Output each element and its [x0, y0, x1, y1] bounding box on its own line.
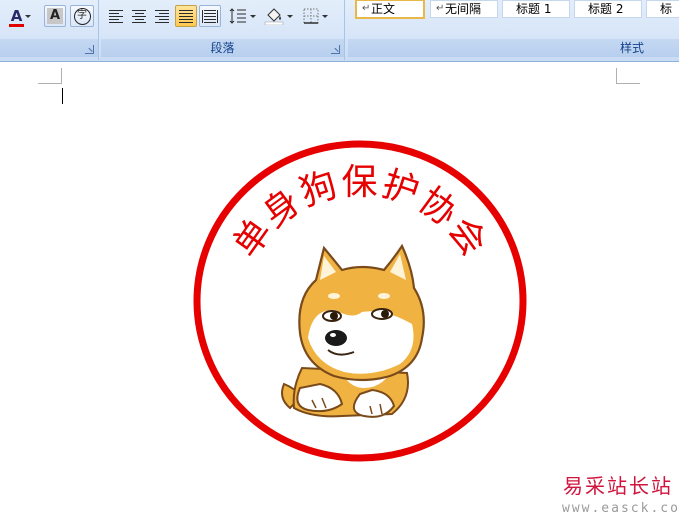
style-heading-more[interactable]: 标	[646, 0, 679, 18]
paragraph-dialog-launcher-icon[interactable]	[331, 45, 340, 54]
margin-corner-top-right	[616, 68, 640, 84]
style-heading-1[interactable]: 标题 1	[502, 0, 570, 18]
font-color-button[interactable]: A	[4, 5, 38, 27]
paragraph-group-label: 段落	[101, 39, 344, 57]
align-center-button[interactable]	[128, 5, 150, 27]
font-group: A A 字	[0, 0, 99, 60]
font-color-icon: A	[8, 7, 25, 27]
style-no-spacing[interactable]: ↵ 无间隔	[430, 0, 498, 18]
text-cursor	[62, 88, 63, 104]
style-label: 标题 2	[588, 2, 624, 16]
styles-group: ↵ 正文 ↵ 无间隔 标题 1 标题 2 标 样式	[348, 0, 679, 60]
chevron-down-icon[interactable]	[249, 14, 256, 18]
site-watermark-url: www.easck.com	[562, 501, 679, 516]
paragraph-mark-icon: ↵	[362, 3, 371, 14]
style-normal[interactable]: ↵ 正文	[355, 0, 425, 19]
style-label: 无间隔	[445, 2, 482, 16]
borders-button[interactable]	[299, 5, 331, 27]
style-heading-2[interactable]: 标题 2	[574, 0, 642, 18]
shading-button[interactable]	[261, 5, 295, 27]
paragraph-group: 段落	[101, 0, 345, 60]
distributed-icon	[202, 9, 218, 23]
margin-corner-top-left	[38, 68, 62, 84]
character-shading-button[interactable]: A	[44, 5, 66, 27]
site-watermark-title: 易采站长站	[563, 474, 673, 498]
distributed-button[interactable]	[199, 5, 221, 27]
style-label: 正文	[371, 2, 396, 16]
style-label: 标	[660, 2, 673, 16]
chevron-down-icon[interactable]	[286, 14, 293, 18]
paint-bucket-icon	[264, 8, 283, 25]
align-center-icon	[132, 9, 146, 23]
align-right-icon	[155, 9, 169, 23]
seal-stamp[interactable]: 单身狗保护协会	[190, 138, 530, 466]
justify-button[interactable]	[175, 5, 197, 27]
style-label: 标题 1	[516, 2, 552, 16]
shiba-dog-icon	[281, 243, 425, 418]
font-dialog-launcher-icon[interactable]	[85, 45, 94, 54]
styles-group-label: 样式	[348, 39, 679, 57]
line-spacing-icon	[229, 8, 246, 24]
font-group-label	[0, 39, 98, 57]
character-shading-icon: A	[47, 8, 63, 24]
chevron-down-icon[interactable]	[25, 14, 32, 18]
enclose-characters-icon: 字	[73, 7, 91, 25]
align-left-icon	[109, 9, 123, 23]
enclose-characters-button[interactable]: 字	[70, 5, 94, 27]
borders-icon	[303, 8, 318, 24]
align-left-button[interactable]	[105, 5, 127, 27]
ribbon: A A 字 段落 ↵ 正文 ↵ 无间隔 标题 1 标题 2 标 样式	[0, 0, 679, 62]
line-spacing-button[interactable]	[226, 5, 258, 27]
justify-icon	[179, 9, 193, 23]
align-right-button[interactable]	[151, 5, 173, 27]
paragraph-mark-icon: ↵	[436, 3, 445, 14]
chevron-down-icon[interactable]	[321, 14, 328, 18]
